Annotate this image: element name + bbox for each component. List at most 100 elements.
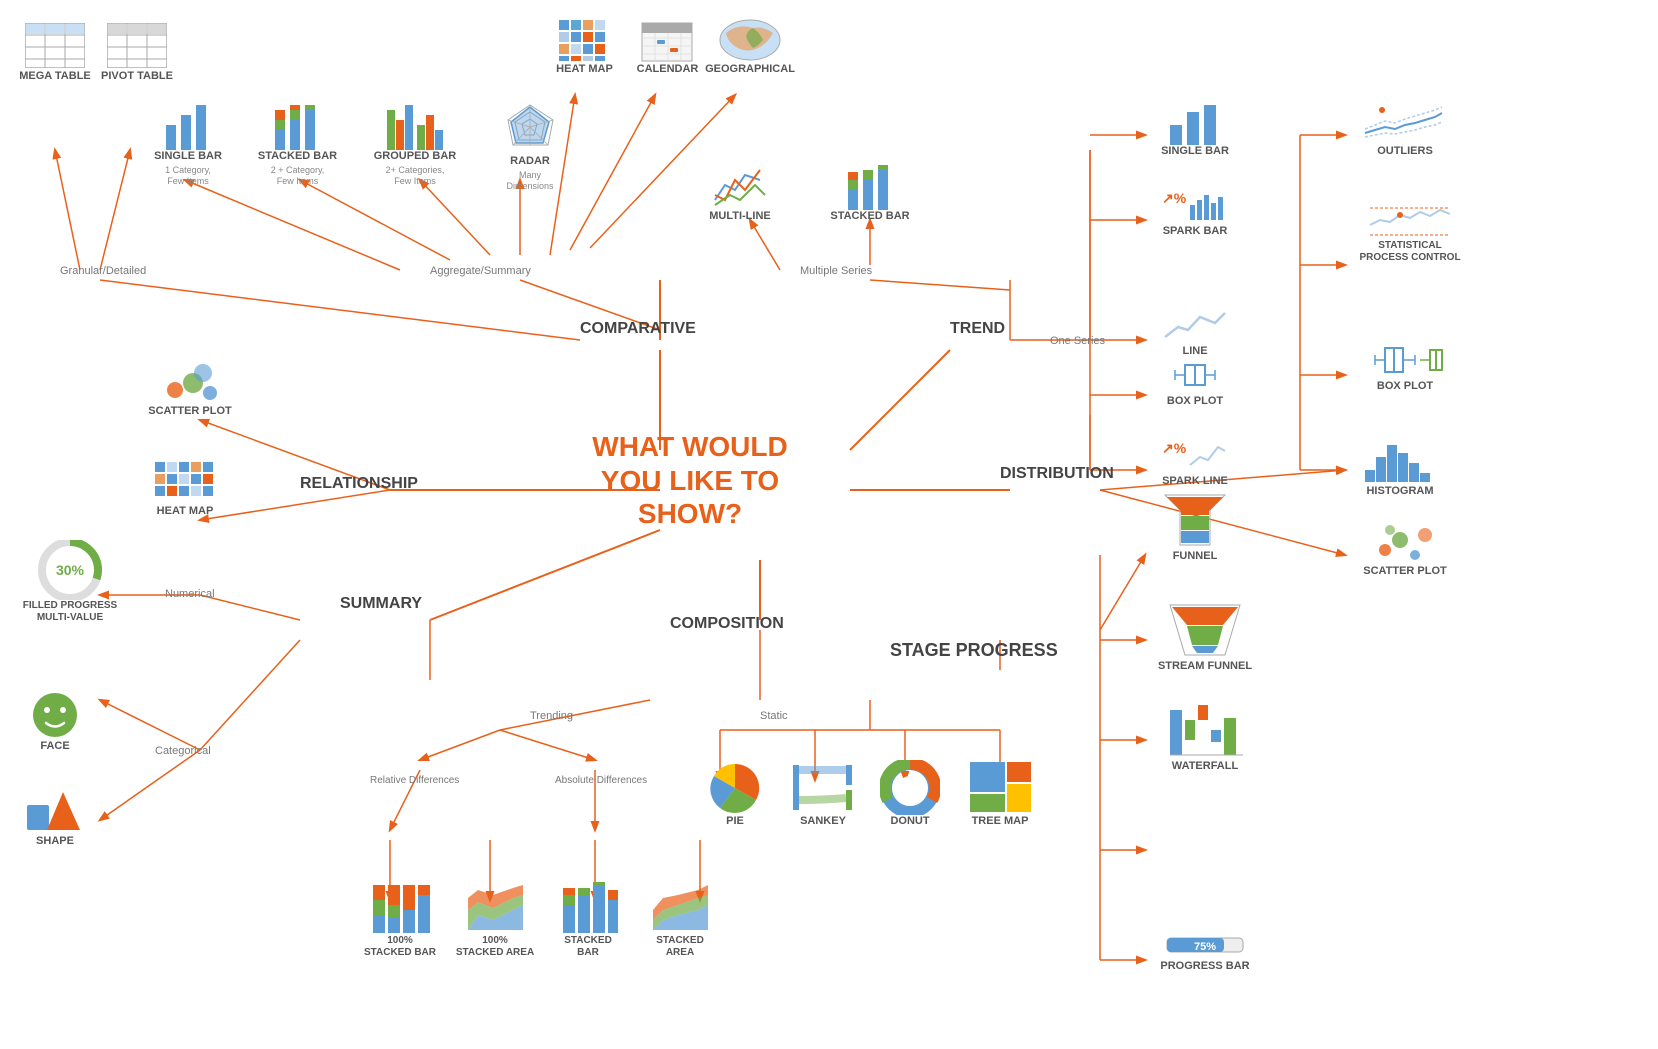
branch-summary: SUMMARY — [340, 595, 422, 613]
node-box-plot: BOX PLOT — [1145, 355, 1245, 408]
node-stacked-bar-top: STACKED BAR 2 + Category,Few Items — [255, 100, 340, 187]
multi-line-label: MULTI-LINE — [709, 210, 771, 223]
100-stacked-bar-icon — [368, 880, 433, 935]
funnel-icon — [1160, 490, 1230, 550]
shape-icon — [25, 790, 85, 835]
node-progress-bar: 75% PROGRESS BAR — [1145, 930, 1265, 973]
single-bar-top-label: SINGLE BAR — [154, 150, 222, 163]
tree-map-label: TREE MAP — [972, 815, 1029, 828]
node-heat-map-left: HEAT MAP — [140, 460, 230, 518]
node-histogram: HISTOGRAM — [1345, 435, 1455, 498]
single-bar-top-sub: 1 Category,Few Items — [165, 165, 211, 187]
tree-map-icon — [968, 760, 1033, 815]
node-box-plot-right: BOX PLOT — [1345, 340, 1465, 393]
node-line: LINE — [1145, 305, 1245, 358]
spark-line-icon: ↗% — [1160, 435, 1230, 475]
heat-map-left-icon — [153, 460, 218, 505]
sankey-icon — [791, 760, 856, 815]
center-question: WHAT WOULD YOU LIKE TO SHOW? — [580, 430, 800, 531]
branch-comparative: COMPARATIVE — [580, 320, 696, 338]
stacked-area-comp-label: STACKEDAREA — [656, 935, 704, 959]
shape-label: SHAPE — [36, 835, 74, 848]
node-donut: DONUT — [870, 760, 950, 828]
stacked-area-comp-icon — [648, 880, 713, 935]
heat-map-top-label: HEAT MAP — [556, 63, 613, 76]
geographical-icon — [718, 18, 783, 63]
node-mega-table: MEGA TABLE — [10, 20, 100, 83]
node-shape: SHAPE — [15, 790, 95, 848]
label-static: Static — [760, 710, 788, 722]
stacked-bar-comp-icon — [558, 880, 618, 935]
pie-icon — [705, 760, 765, 815]
box-plot-right-label: BOX PLOT — [1377, 380, 1433, 393]
heat-map-top-icon — [557, 18, 612, 63]
node-single-bar-top: SINGLE BAR 1 Category,Few Items — [148, 100, 228, 187]
sankey-label: SANKEY — [800, 815, 846, 828]
label-one-series: One Series — [1050, 335, 1105, 347]
node-multi-line: MULTI-LINE — [700, 160, 780, 223]
heat-map-left-label: HEAT MAP — [157, 505, 214, 518]
scatter-plot-left-icon — [155, 355, 225, 405]
stacked-bar-right-label: STACKED BAR — [830, 210, 909, 223]
histogram-label: HISTOGRAM — [1366, 485, 1433, 498]
pivot-table-label: PIVOT TABLE — [101, 70, 173, 83]
scatter-plot-left-label: SCATTER PLOT — [148, 405, 232, 418]
node-stacked-bar-comp: STACKEDBAR — [548, 880, 628, 959]
scatter-plot-right-label: SCATTER PLOT — [1363, 565, 1447, 578]
100-stacked-area-icon — [463, 880, 528, 935]
mega-table-label: MEGA TABLE — [19, 70, 91, 83]
single-bar-right-icon — [1165, 100, 1225, 145]
label-aggregate: Aggregate/Summary — [430, 265, 531, 277]
node-tree-map: TREE MAP — [960, 760, 1040, 828]
svg-text:75%: 75% — [1194, 941, 1216, 953]
stacked-bar-right-icon — [843, 160, 898, 210]
branch-composition: COMPOSITION — [670, 615, 784, 633]
outliers-label: OUTLIERS — [1377, 145, 1433, 158]
progress-bar-label: PROGRESS BAR — [1160, 960, 1249, 973]
filled-progress-icon: 30% — [30, 540, 110, 600]
node-pie: PIE — [695, 760, 775, 828]
node-scatter-plot-right: SCATTER PLOT — [1345, 520, 1465, 578]
node-waterfall: WATERFALL — [1145, 700, 1265, 773]
pivot-table-icon — [107, 20, 167, 70]
calendar-label: CALENDAR — [637, 63, 699, 76]
svg-text:↗%: ↗% — [1162, 440, 1187, 456]
box-plot-icon — [1160, 355, 1230, 395]
face-icon — [30, 690, 80, 740]
label-trending: Trending — [530, 710, 573, 722]
node-scatter-plot-left: SCATTER PLOT — [140, 355, 240, 418]
100-stacked-area-label: 100%STACKED AREA — [456, 935, 534, 959]
svg-text:↗%: ↗% — [1162, 190, 1187, 206]
single-bar-right-label: SINGLE BAR — [1161, 145, 1229, 158]
progress-bar-icon: 75% — [1165, 930, 1245, 960]
grouped-bar-label: GROUPED BAR — [374, 150, 457, 163]
node-100-stacked-bar: 100%STACKED BAR — [355, 880, 445, 959]
filled-progress-label: FILLED PROGRESSMULTI-VALUE — [23, 600, 117, 624]
mega-table-icon — [25, 20, 85, 70]
node-stacked-area-comp: STACKEDAREA — [640, 880, 720, 959]
scatter-plot-right-icon — [1370, 520, 1440, 565]
grouped-bar-icon — [385, 100, 445, 150]
multi-line-icon — [710, 160, 770, 210]
histogram-icon — [1360, 435, 1440, 485]
node-radar: RADAR ManyDimensions — [490, 100, 570, 192]
label-relative-diff: Relative Differences — [370, 775, 459, 786]
node-spark-bar: ↗% SPARK BAR — [1145, 185, 1245, 238]
node-sankey: SANKEY — [783, 760, 863, 828]
spark-line-label: SPARK LINE — [1162, 475, 1228, 488]
node-100-stacked-area: 100%STACKED AREA — [450, 880, 540, 959]
waterfall-icon — [1165, 700, 1245, 760]
node-calendar: CALENDAR — [630, 18, 705, 76]
radar-label: RADAR — [510, 155, 550, 168]
funnel-label: FUNNEL — [1173, 550, 1218, 563]
node-stream-funnel: STREAM FUNNEL — [1145, 600, 1265, 673]
node-face: FACE — [20, 690, 90, 753]
branch-relationship: RELATIONSHIP — [300, 475, 418, 493]
pie-label: PIE — [726, 815, 744, 828]
stacked-bar-comp-label: STACKEDBAR — [564, 935, 612, 959]
stream-funnel-label: STREAM FUNNEL — [1158, 660, 1252, 673]
donut-label: DONUT — [890, 815, 929, 828]
geographical-label: GEOGRAPHICAL — [705, 63, 795, 76]
node-filled-progress: 30% FILLED PROGRESSMULTI-VALUE — [10, 540, 130, 624]
spc-icon — [1365, 200, 1455, 240]
